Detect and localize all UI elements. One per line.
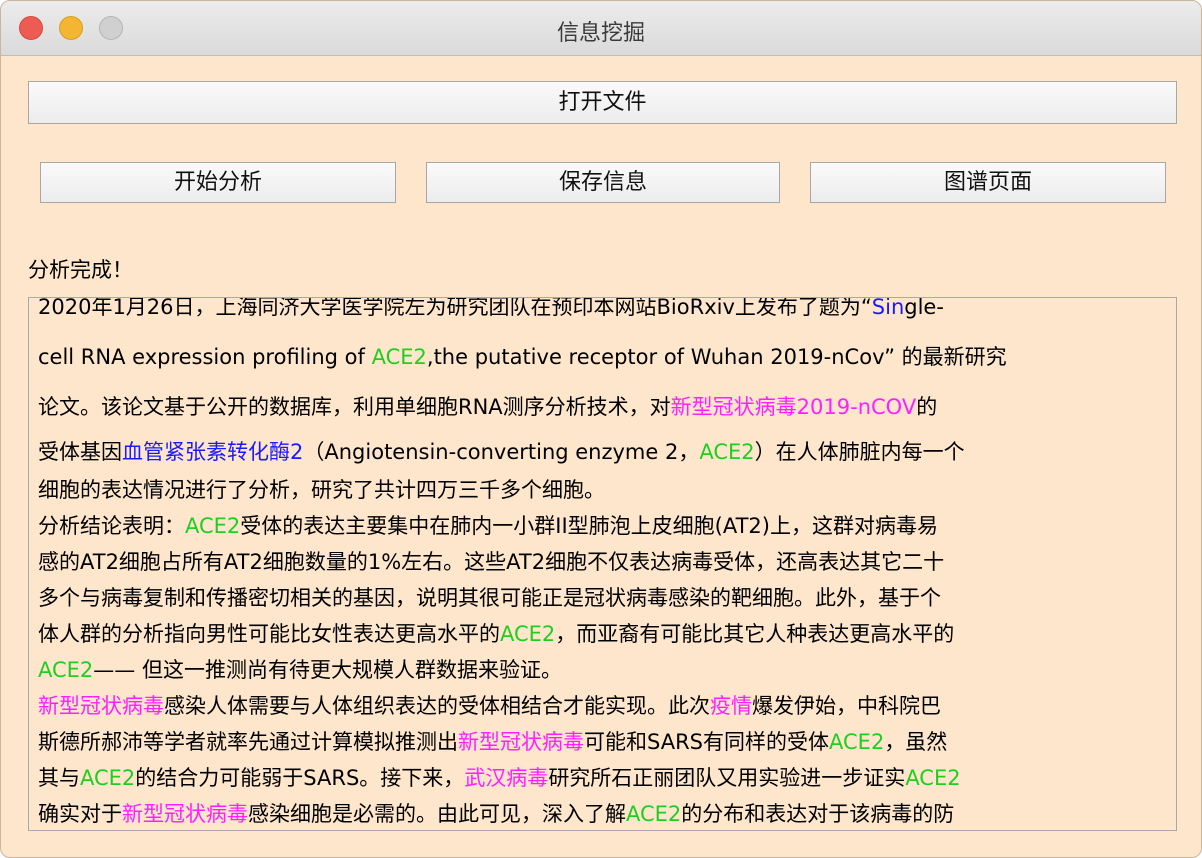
text-line: 感的AT2细胞占所有AT2细胞数量的1%左右。这些AT2细胞不仅表达病毒受体，还… [38,544,1168,580]
text-segment: —— 但这一推测尚有待更大规模人群数据来验证。 [93,658,562,682]
text-line: 斯德所郝沛等学者就率先通过计算模拟推测出新型冠状病毒可能和SARS有同样的受体A… [38,724,1168,760]
highlighted-entity: ACE2 [699,440,755,464]
open-file-button[interactable]: 打开文件 [28,81,1177,124]
text-segment: 感染细胞是必需的。由此可见，深入了解 [248,802,626,826]
text-line: cell RNA expression profiling of ACE2,th… [38,332,1168,382]
text-line: 确实对于新型冠状病毒感染细胞是必需的。由此可见，深入了解ACE2的分布和表达对于… [38,796,1168,830]
highlighted-entity: ACE2 [38,658,94,682]
text-segment: 分析结论表明： [38,514,185,538]
text-segment: 2020年1月26日，上海同济大学医学院左为研究团队在预印本网站BioRxiv上… [38,297,872,319]
text-segment: 的分布和表达对于该病毒的防 [681,802,955,826]
highlighted-entity: 新型冠状病毒 [122,802,248,826]
window-title: 信息挖掘 [556,21,645,46]
highlighted-entity: ACE2 [80,766,136,790]
text-line: 多个与病毒复制和传播密切相关的基因，说明其很可能正是冠状病毒感染的靶细胞。此外，… [38,580,1168,616]
result-text-area[interactable]: 2020年1月26日，上海同济大学医学院左为研究团队在预印本网站BioRxiv上… [28,297,1177,831]
text-segment: 感染人体需要与人体组织表达的受体相结合才能实现。此次 [164,694,710,718]
text-segment: 可能和SARS有同样的受体 [584,730,830,754]
text-segment: 受体的表达主要集中在肺内一小群II型肺泡上皮细胞(AT2)上，这群对病毒易 [240,514,938,538]
app-window: 信息挖掘 打开文件 开始分析 保存信息 图谱页面 分析完成！ 2020年1月26… [0,0,1202,858]
highlighted-entity: 血管紧张素转化酶2 [122,440,304,464]
highlighted-entity: 新型冠状病毒2019-nCOV [670,395,917,419]
text-segment: ，而亚裔有可能比其它人种表达更高水平的 [555,622,955,646]
highlighted-entity: 武汉病毒 [464,766,549,790]
text-segment: 的 [916,395,938,419]
status-label: 分析完成！ [28,258,133,282]
text-line: 2020年1月26日，上海同济大学医学院左为研究团队在预印本网站BioRxiv上… [38,297,1168,332]
graph-page-button[interactable]: 图谱页面 [810,162,1166,203]
text-segment: 其与 [38,766,80,790]
text-segment: ，虽然 [884,730,948,754]
title-bar: 信息挖掘 [1,1,1201,56]
text-line: 细胞的表达情况进行了分析，研究了共计四万三千多个细胞。 [38,472,1168,508]
highlighted-entity: ACE2 [500,622,556,646]
text-line: 新型冠状病毒感染人体需要与人体组织表达的受体相结合才能实现。此次疫情爆发伊始，中… [38,688,1168,724]
highlighted-entity: Sin [871,297,905,319]
text-segment: gle- [904,297,944,319]
text-segment: 体人群的分析指向男性可能比女性表达更高水平的 [38,622,500,646]
highlighted-entity: ACE2 [185,514,241,538]
highlighted-entity: ACE2 [905,766,961,790]
text-segment: 细胞的表达情况进行了分析，研究了共计四万三千多个细胞。 [38,478,605,502]
text-segment: 受体基因 [38,440,122,464]
result-text: 2020年1月26日，上海同济大学医学院左为研究团队在预印本网站BioRxiv上… [38,297,1168,830]
text-segment: 感的AT2细胞占所有AT2细胞数量的1%左右。这些AT2细胞不仅表达病毒受体，还… [38,550,945,574]
text-line: ACE2—— 但这一推测尚有待更大规模人群数据来验证。 [38,652,1168,688]
highlighted-entity: 疫情 [710,694,752,718]
highlighted-entity: ACE2 [371,345,427,369]
highlighted-entity: ACE2 [626,802,682,826]
highlighted-entity: 新型冠状病毒 [38,694,164,718]
save-info-button[interactable]: 保存信息 [426,162,780,203]
highlighted-entity: ACE2 [829,730,885,754]
text-line: 受体基因血管紧张素转化酶2（Angiotensin-converting enz… [38,432,1168,472]
text-segment: ）在人体肺脏内每一个 [754,440,965,464]
text-segment: 论文。该论文基于公开的数据库，利用单细胞RNA测序分析技术，对 [38,395,671,419]
text-segment: ,the putative receptor of Wuhan 2019-nCo… [426,345,1007,369]
text-segment: 多个与病毒复制和传播密切相关的基因，说明其很可能正是冠状病毒感染的靶细胞。此外，… [38,586,941,610]
text-segment: 爆发伊始，中科院巴 [752,694,941,718]
text-segment: 研究所石正丽团队又用实验进一步证实 [548,766,906,790]
text-line: 论文。该论文基于公开的数据库，利用单细胞RNA测序分析技术，对新型冠状病毒201… [38,382,1168,432]
text-line: 分析结论表明：ACE2受体的表达主要集中在肺内一小群II型肺泡上皮细胞(AT2)… [38,508,1168,544]
text-segment: 的结合力可能弱于SARS。接下来， [135,766,465,790]
text-segment: 斯德所郝沛等学者就率先通过计算模拟推测出 [38,730,458,754]
text-segment: 确实对于 [38,802,122,826]
text-line: 其与ACE2的结合力可能弱于SARS。接下来，武汉病毒研究所石正丽团队又用实验进… [38,760,1168,796]
start-analysis-button[interactable]: 开始分析 [40,162,396,203]
text-line: 体人群的分析指向男性可能比女性表达更高水平的ACE2，而亚裔有可能比其它人种表达… [38,616,1168,652]
text-segment: cell RNA expression profiling of [38,345,372,369]
highlighted-entity: 新型冠状病毒 [458,730,584,754]
text-segment: （Angiotensin-converting enzyme 2， [303,440,700,464]
